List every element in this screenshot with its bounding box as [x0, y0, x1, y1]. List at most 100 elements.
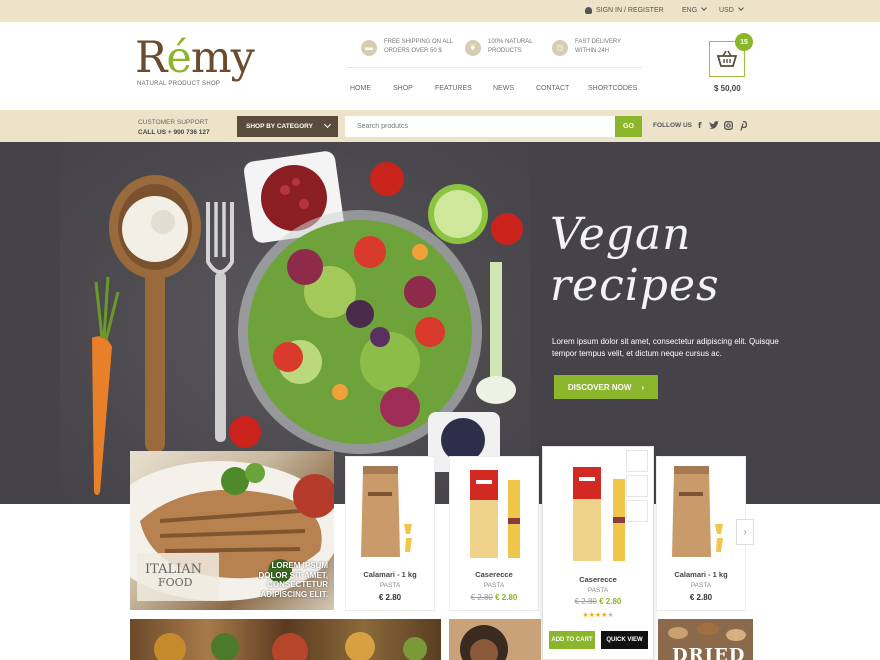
truck-icon: ▬	[361, 40, 377, 56]
chevron-down-icon	[737, 5, 744, 11]
product-price: € 2.80	[657, 593, 745, 602]
cart-total: $ 50,00	[714, 84, 741, 93]
rating-stars: ★★★★★	[543, 611, 653, 619]
support-phone[interactable]: CALL US + 900 736 127	[138, 128, 210, 138]
leaf-icon: ❦	[465, 40, 481, 56]
spices-banner[interactable]	[130, 619, 441, 660]
nav-home[interactable]: HOME	[350, 85, 371, 92]
signin-label: SIGN IN / REGISTER	[596, 7, 664, 14]
logo-text-end: my	[190, 33, 255, 83]
feature-line: PRODUCTS	[488, 48, 522, 55]
price-value: € 2.80	[378, 593, 402, 602]
clock-icon: ◷	[552, 40, 568, 56]
product-name[interactable]: Calamari - 1 kg	[346, 570, 434, 579]
spaghetti-pack-image	[470, 470, 520, 558]
nav-news[interactable]: NEWS	[493, 85, 514, 92]
promo-label-line: ITALIAN	[145, 562, 203, 577]
promo-label-line: FOOD	[158, 576, 193, 590]
pinterest-icon[interactable]	[739, 120, 748, 133]
logo-text-start: R	[135, 33, 167, 83]
hero-title-line: Vegan	[550, 209, 692, 260]
product-price: € 2.80 € 2.80	[543, 597, 653, 606]
basket-icon	[717, 50, 737, 67]
instagram-icon[interactable]	[724, 121, 733, 132]
currency-select[interactable]: USD	[719, 5, 744, 14]
product-price: € 2.80 € 2.80	[450, 593, 538, 602]
signin-link[interactable]: SIGN IN / REGISTER	[585, 7, 664, 14]
carousel-next-button[interactable]: ›	[736, 519, 754, 545]
old-price: € 2.80	[470, 593, 493, 602]
spices-image	[154, 632, 427, 660]
discover-now-button[interactable]: DISCOVER NOW ›	[554, 375, 658, 399]
logo-accent-letter: é	[166, 33, 191, 83]
search-input[interactable]	[345, 116, 615, 137]
twitter-icon[interactable]	[709, 121, 719, 132]
support-label: CUSTOMER SUPPORT	[138, 119, 209, 126]
hero-title: Vegan recipes	[550, 209, 720, 311]
feature-line: WITHIN 24H	[575, 48, 610, 55]
chevron-down-icon	[701, 5, 708, 11]
vegan-food-illustration	[92, 151, 523, 495]
customer-support: CUSTOMER SUPPORT CALL US + 900 736 127	[138, 118, 210, 138]
hero-description: Lorem ipsum dolor sit amet, consectetur …	[552, 337, 779, 358]
top-bar: SIGN IN / REGISTER ENG USD	[0, 0, 880, 22]
nav-contact[interactable]: CONTACT	[536, 85, 569, 92]
cart-count-badge: 15	[735, 33, 753, 51]
product-price: € 2.80	[346, 593, 434, 602]
feature-free-shipping: ▬ FREE SHIPPING ON ALL ORDERS OVER 50 $	[361, 38, 453, 57]
price-value: € 2.80	[495, 593, 518, 602]
feature-line: ORDERS OVER 50 $	[384, 48, 442, 55]
language-value: ENG	[682, 7, 698, 14]
follow-us-label: FOLLOW US	[653, 122, 692, 129]
pasta-bag-image	[672, 466, 723, 557]
product-category: PASTA	[379, 582, 401, 589]
product-category: PASTA	[690, 582, 712, 589]
chevron-down-icon	[323, 120, 331, 129]
price-value: € 2.80	[689, 593, 713, 602]
product-name[interactable]: Caserecce	[543, 575, 653, 584]
search-go-button[interactable]: GO	[615, 116, 642, 137]
feature-fast-delivery: ◷ FAST DELIVERY WITHIN 24H	[552, 38, 621, 57]
product-card[interactable]: Calamari - 1 kg PASTA € 2.80	[345, 456, 435, 611]
old-price: € 2.80	[574, 597, 597, 606]
hero-banner: Vegan recipes Lorem ipsum dolor sit amet…	[0, 142, 880, 504]
chevron-right-icon: ›	[641, 382, 645, 392]
dried-fruit-banner[interactable]: DRIED	[658, 619, 753, 660]
quick-view-button[interactable]: QUICK VIEW	[601, 631, 648, 649]
feature-line: 100% NATURAL	[488, 39, 533, 45]
product-name[interactable]: Calamari - 1 kg	[657, 570, 745, 579]
people-banner[interactable]	[449, 619, 541, 660]
dried-banner-title: DRIED	[672, 645, 746, 660]
product-card[interactable]: Caserecce PASTA € 2.80 € 2.80	[449, 456, 539, 611]
facebook-icon[interactable]: f	[698, 121, 701, 130]
add-to-cart-button[interactable]: ADD TO CART	[549, 631, 595, 649]
feature-line: FREE SHIPPING ON ALL	[384, 39, 454, 45]
logo[interactable]: Rémy	[135, 37, 255, 80]
category-button-label: SHOP BY CATEGORY	[246, 123, 313, 130]
language-select[interactable]: ENG	[682, 5, 708, 14]
header: Rémy NATURAL PRODUCT SHOP ▬ FREE SHIPPIN…	[0, 22, 880, 110]
wishlist-button[interactable]	[626, 450, 648, 472]
user-icon	[585, 7, 592, 14]
chevron-right-icon: ›	[743, 526, 747, 538]
feature-line: FAST DELIVERY	[575, 39, 622, 45]
smiling-woman-image	[460, 625, 508, 660]
italian-food-promo[interactable]: ITALIAN FOOD LOREM IPSUM DOLOR SIT AMET,…	[130, 451, 334, 610]
feature-natural: ❦ 100% NATURAL PRODUCTS	[465, 38, 533, 57]
compare-button[interactable]	[626, 475, 648, 497]
star-empty-icon: ★	[607, 612, 614, 619]
nav-shortcodes[interactable]: SHORTCODES	[588, 85, 637, 92]
product-name[interactable]: Caserecce	[450, 570, 538, 579]
product-card[interactable]: Calamari - 1 kg PASTA € 2.80	[656, 456, 746, 611]
shop-by-category-button[interactable]: SHOP BY CATEGORY	[237, 116, 338, 137]
nav-divider	[347, 67, 642, 68]
search-bar-row: CUSTOMER SUPPORT CALL US + 900 736 127 S…	[0, 110, 880, 142]
promo-text: LOREM IPSUM DOLOR SIT AMET, CONSECTETUR …	[258, 561, 328, 599]
hero-title-line: recipes	[550, 259, 720, 311]
product-category: PASTA	[587, 587, 609, 594]
promo-label: ITALIAN FOOD	[137, 553, 219, 601]
zoom-button[interactable]	[626, 500, 648, 522]
discover-label: DISCOVER NOW	[567, 382, 632, 392]
nav-features[interactable]: FEATURES	[435, 85, 472, 92]
nav-shop[interactable]: SHOP	[393, 85, 413, 92]
